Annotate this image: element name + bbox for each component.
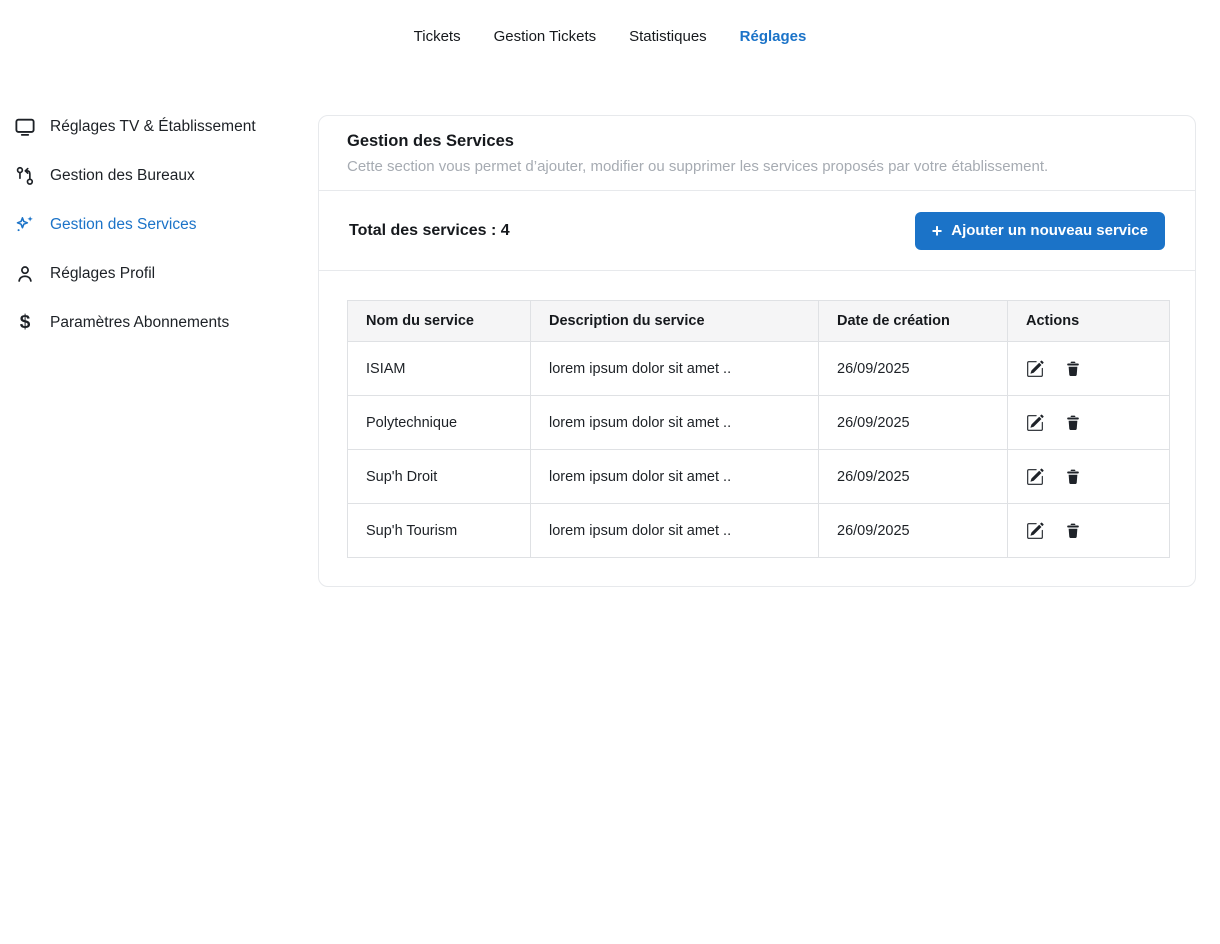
edit-button[interactable] <box>1026 468 1044 486</box>
sidebar-item-label: Réglages Profil <box>50 264 156 282</box>
top-navigation: Tickets Gestion Tickets Statistiques Rég… <box>0 28 1220 45</box>
sidebar-item-reglages-profil[interactable]: Réglages Profil <box>14 249 304 298</box>
service-date: 26/09/2025 <box>818 449 1008 504</box>
service-name: Sup'h Tourism <box>347 503 531 558</box>
tv-icon <box>14 116 36 138</box>
tab-gestion-tickets[interactable]: Gestion Tickets <box>494 28 597 45</box>
edit-button[interactable] <box>1026 414 1044 432</box>
page-title: Gestion des Services <box>347 132 514 150</box>
service-date: 26/09/2025 <box>818 503 1008 558</box>
service-name: Sup'h Droit <box>347 449 531 504</box>
add-service-button[interactable]: + Ajouter un nouveau service <box>914 211 1165 250</box>
add-service-button-label: Ajouter un nouveau service <box>951 222 1148 239</box>
plus-icon: + <box>931 220 943 241</box>
column-header-date: Date de création <box>818 300 1008 342</box>
edit-button[interactable] <box>1026 360 1044 378</box>
tab-statistiques[interactable]: Statistiques <box>629 28 707 45</box>
dollar-icon: $ <box>19 312 31 333</box>
delete-button[interactable] <box>1064 522 1082 540</box>
total-count: 4 <box>500 221 510 239</box>
service-name: Polytechnique <box>347 395 531 450</box>
services-card: Gestion des Services Cette section vous … <box>318 115 1196 587</box>
service-description: lorem ipsum dolor sit amet .. <box>530 341 819 396</box>
settings-sidebar: Réglages TV & Établissement Gestion des … <box>14 102 304 347</box>
service-actions <box>1007 395 1170 450</box>
service-actions <box>1007 341 1170 396</box>
total-label: Total des services : <box>349 221 497 239</box>
sidebar-item-gestion-services[interactable]: Gestion des Services <box>14 200 304 249</box>
total-bar: Total des services : 4 + Ajouter un nouv… <box>319 191 1195 271</box>
card-header: Gestion des Services Cette section vous … <box>319 116 1195 191</box>
delete-button[interactable] <box>1064 360 1082 378</box>
sidebar-item-gestion-bureaux[interactable]: Gestion des Bureaux <box>14 151 304 200</box>
service-description: lorem ipsum dolor sit amet .. <box>530 503 819 558</box>
total-services-text: Total des services : 4 <box>349 222 510 240</box>
edit-button[interactable] <box>1026 522 1044 540</box>
column-header-actions: Actions <box>1007 300 1170 342</box>
tab-tickets[interactable]: Tickets <box>414 28 461 45</box>
table-row: Sup'h Tourism lorem ipsum dolor sit amet… <box>347 503 1170 558</box>
table-row: Polytechnique lorem ipsum dolor sit amet… <box>347 395 1170 450</box>
service-date: 26/09/2025 <box>818 341 1008 396</box>
service-name: ISIAM <box>347 341 531 396</box>
table-row: Sup'h Droit lorem ipsum dolor sit amet .… <box>347 449 1170 504</box>
service-date: 26/09/2025 <box>818 395 1008 450</box>
delete-button[interactable] <box>1064 414 1082 432</box>
sidebar-item-parametres-abonnements[interactable]: $ Paramètres Abonnements <box>14 298 304 347</box>
column-header-name: Nom du service <box>347 300 531 342</box>
service-actions <box>1007 449 1170 504</box>
service-actions <box>1007 503 1170 558</box>
sidebar-item-label: Gestion des Services <box>50 215 197 233</box>
page-subtitle: Cette section vous permet d’ajouter, mod… <box>347 158 1049 175</box>
sidebar-item-label: Réglages TV & Établissement <box>50 117 256 135</box>
sidebar-item-label: Paramètres Abonnements <box>50 313 230 331</box>
delete-button[interactable] <box>1064 468 1082 486</box>
table-row: ISIAM lorem ipsum dolor sit amet .. 26/0… <box>347 341 1170 396</box>
sidebar-item-reglages-tv[interactable]: Réglages TV & Établissement <box>14 102 304 151</box>
sparkles-icon <box>14 214 36 236</box>
sidebar-item-label: Gestion des Bureaux <box>50 166 195 184</box>
services-table: Nom du service Description du service Da… <box>347 300 1170 558</box>
table-header-row: Nom du service Description du service Da… <box>347 300 1170 342</box>
service-description: lorem ipsum dolor sit amet .. <box>530 395 819 450</box>
service-description: lorem ipsum dolor sit amet .. <box>530 449 819 504</box>
person-icon <box>14 263 36 285</box>
services-table-container: Nom du service Description du service Da… <box>319 271 1195 586</box>
column-header-description: Description du service <box>530 300 819 342</box>
tab-reglages[interactable]: Réglages <box>740 28 807 45</box>
route-icon <box>14 165 36 187</box>
